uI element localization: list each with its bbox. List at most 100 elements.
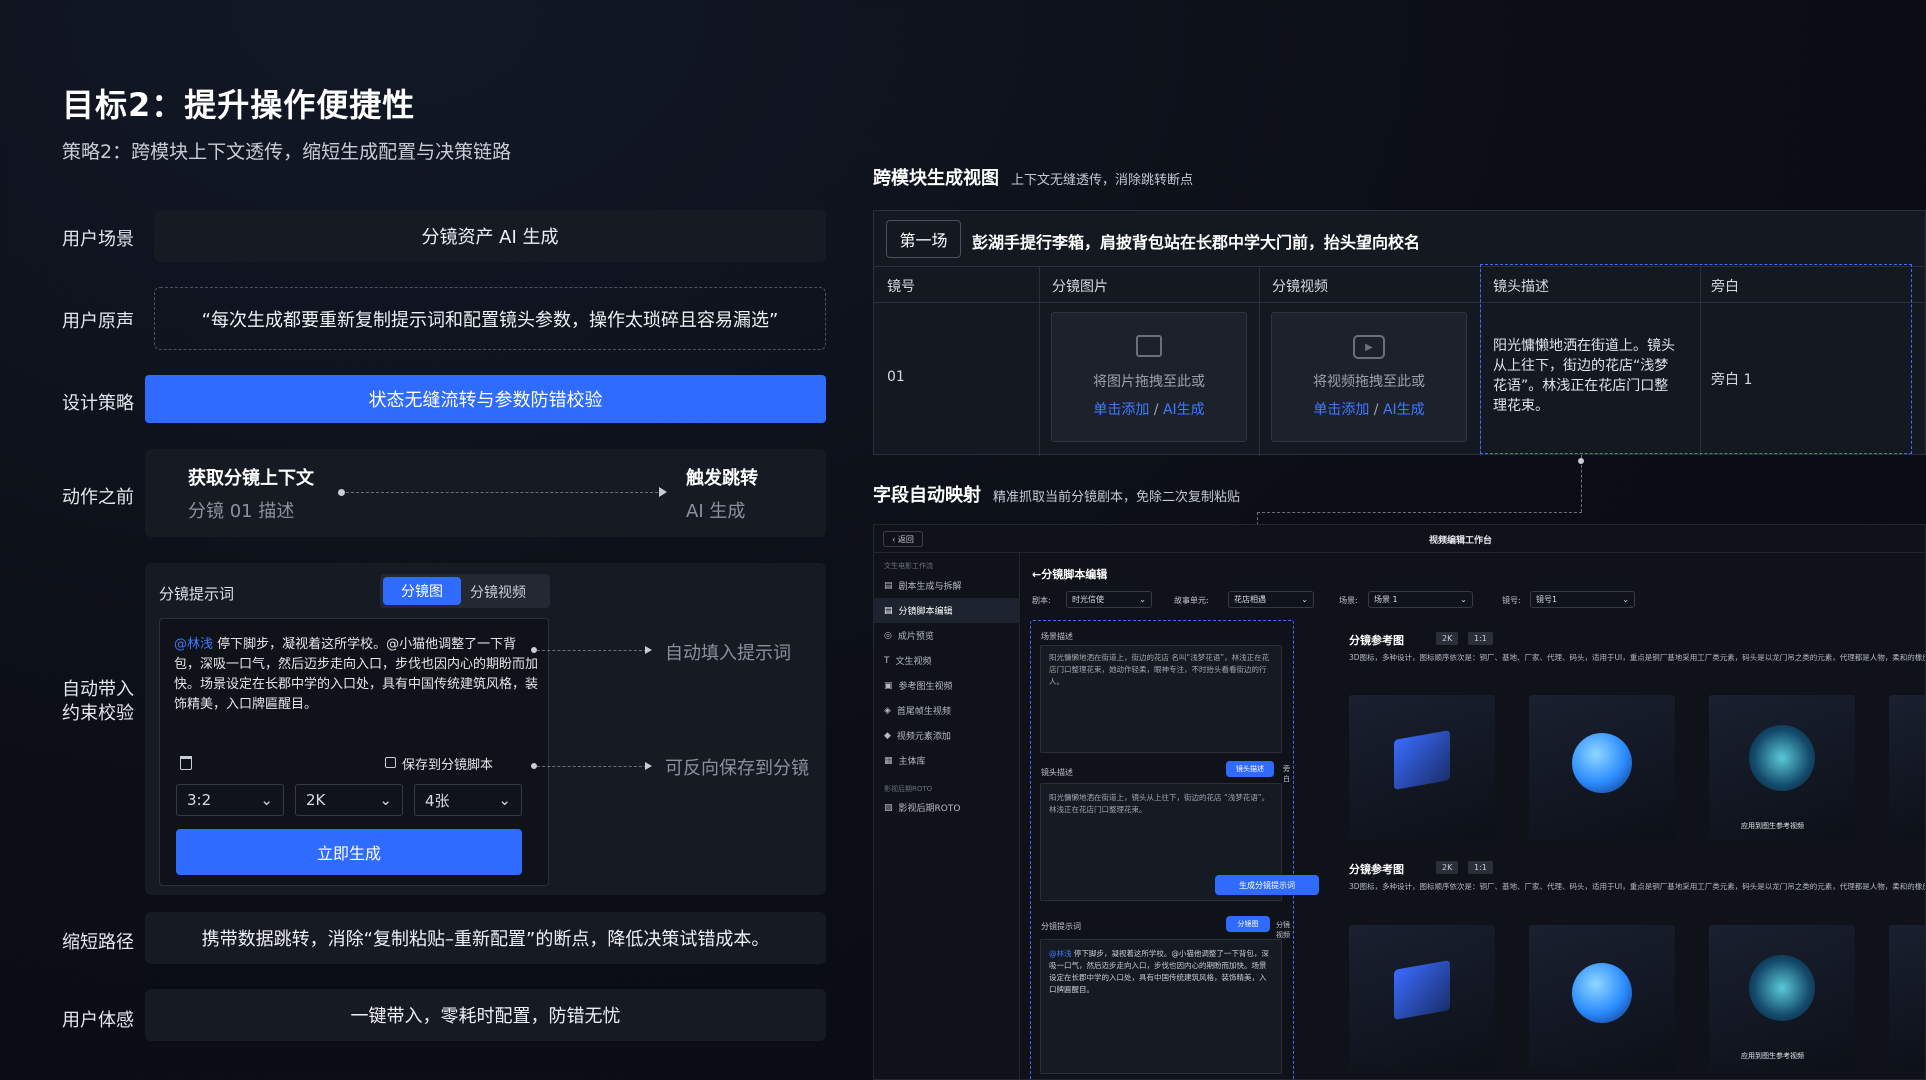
image-ai-gen[interactable]: AI生成 (1163, 402, 1205, 418)
mention-tag[interactable]: @林浅 (1049, 949, 1072, 958)
video-click-add[interactable]: 单击添加 (1313, 402, 1369, 418)
row-label-before: 动作之前 (62, 487, 134, 508)
ref-image-selected[interactable]: 应用到图生参考视频 (1709, 925, 1855, 1071)
ref-image[interactable] (1529, 925, 1675, 1071)
prompt-panel-title: 分镜提示词 (159, 585, 235, 603)
voice-box: “每次生成都要重新复制提示词和配置镜头参数，操作太琐碎且容易漏选” (154, 287, 826, 350)
image-dropzone[interactable]: 将图片拖拽至此或 单击添加 / AI生成 (1051, 312, 1247, 442)
video-ai-gen[interactable]: AI生成 (1383, 402, 1425, 418)
flow-connector (341, 492, 663, 493)
image-click-add[interactable]: 单击添加 (1093, 402, 1149, 418)
sidebar-item-elements[interactable]: ◆ 视频元素添加 (874, 723, 1020, 748)
page-subtitle: 策略2：跨模块上下文透传，缩短生成配置与决策链路 (62, 141, 512, 163)
sidebar-item-frames[interactable]: ◈ 首尾帧生视频 (874, 698, 1020, 723)
quality-value: 2K (306, 791, 326, 809)
mapping-sub: 精准抓取当前分镜剧本，免除二次复制粘贴 (993, 490, 1241, 505)
scene-tag: 第一场 (886, 220, 961, 258)
sidebar-item-storyboard[interactable]: ▤ 分镜脚本编辑 (874, 598, 1020, 623)
sidebar-item-script[interactable]: ▤ 剧本生成与拆解 (874, 573, 1020, 598)
tab-storyboard-image[interactable]: 分镜图 (383, 577, 461, 605)
script-select[interactable]: 时光信使 ⌄ (1066, 591, 1152, 608)
preview-icon: ◎ (884, 630, 892, 641)
mention-tag[interactable]: @林浅 (174, 637, 213, 652)
sidebar-item-roto[interactable]: ▧ 影视后期ROTO (874, 795, 1020, 820)
video-dropzone[interactable]: ▶ 将视频拖拽至此或 单击添加 / AI生成 (1271, 312, 1467, 442)
ref-tag-quality-2: 2K (1436, 861, 1459, 874)
apply-button[interactable]: 应用到图生参考视频 (1741, 821, 1804, 831)
save-icon (385, 757, 396, 768)
scene-box: 分镜资产 AI 生成 (154, 210, 826, 262)
chevron-down-icon: ⌄ (379, 791, 392, 809)
generate-now-button[interactable]: 立即生成 (176, 829, 522, 875)
play-icon: ▶ (1353, 335, 1385, 359)
page-title: 目标2：提升操作便捷性 (62, 86, 416, 124)
annot-line (537, 650, 647, 651)
prompt-body: 停下脚步，凝视着这所学校。@小猫他调整了一下背包，深吸一口气，然后迈步走向入口，… (174, 637, 539, 712)
cross-title-text: 跨模块生成视图 (873, 168, 999, 189)
narration: 旁白 1 (1711, 372, 1753, 388)
sidebar-item-label: 影视后期ROTO (898, 804, 961, 814)
ref-image-selected[interactable]: 应用到图生参考视频 (1709, 695, 1855, 841)
annot-line (537, 766, 647, 767)
scene-desc-field[interactable]: 阳光慵懒地洒在街道上，街边的花店 名叫“浅梦花语”，林浅正在花店门口整理花束，她… (1040, 645, 1282, 753)
back-button[interactable]: ‹ 返回 (883, 531, 923, 547)
ref-image[interactable] (1349, 695, 1495, 841)
tab-video[interactable]: 分镜视频 (1276, 920, 1293, 940)
before-left-title: 获取分镜上下文 (188, 468, 314, 489)
tab-shot-desc[interactable]: 镜头描述 (1226, 761, 1274, 777)
trash-icon[interactable] (180, 756, 192, 770)
row-label-auto-1: 自动带入 (62, 679, 134, 700)
note-reverse-save: 可反向保存到分镜 (665, 758, 809, 779)
chevron-down-icon: ⌄ (1301, 595, 1308, 604)
slash: / (1373, 402, 1379, 418)
row-label-scene: 用户场景 (62, 229, 134, 250)
cross-sub: 上下文无缝透传，消除跳转断点 (1011, 173, 1194, 188)
gen-prompt-button[interactable]: 生成分镜提示词 (1215, 875, 1319, 895)
sidebar-list: ▤ 剧本生成与拆解 ▤ 分镜脚本编辑 ◎ 成片预览 T 文生视频 ▣ 参考图生视频 ◈ 首尾… (874, 573, 1020, 773)
tab-image[interactable]: 分镜图 (1226, 916, 1270, 932)
scene-value: 场景 1 (1374, 595, 1398, 604)
ref-image[interactable] (1889, 925, 1925, 1071)
sidebar-item-label: 首尾帧生视频 (896, 707, 951, 717)
scene-select[interactable]: 场景 1 ⌄ (1368, 591, 1473, 608)
ref-image[interactable] (1349, 925, 1495, 1071)
tab-storyboard-video[interactable]: 分镜视频 (470, 582, 526, 602)
disc-icon (1749, 955, 1815, 1021)
back-label: 返回 (897, 534, 914, 544)
tab-narration[interactable]: 旁白 (1283, 764, 1293, 784)
ref-image[interactable] (1889, 695, 1925, 841)
row-label-auto-2: 约束校验 (62, 703, 134, 724)
chevron-down-icon: ⌄ (1139, 595, 1146, 604)
sidebar-item-i2v[interactable]: ▣ 参考图生视频 (874, 673, 1020, 698)
row-label-strategy: 设计策略 (62, 393, 134, 414)
ref-image[interactable] (1529, 695, 1675, 841)
doc-icon: ▤ (884, 580, 893, 591)
save-to-script-button[interactable]: 保存到分镜脚本 (402, 754, 493, 773)
sidebar-item-t2v[interactable]: T 文生视频 (874, 648, 1020, 673)
field-scene-label: 场景: (1339, 596, 1358, 605)
mapped-fields-highlight: 场景描述 阳光慵懒地洒在街道上，街边的花店 名叫“浅梦花语”，林浅正在花店门口整… (1030, 620, 1319, 1079)
field-shot-label: 镜号: (1502, 596, 1521, 605)
arrow-icon (645, 646, 652, 654)
chevron-down-icon: ⌄ (498, 791, 511, 809)
image-icon: ▣ (884, 680, 893, 691)
count-value: 4张 (425, 791, 450, 810)
shorten-box: 携带数据跳转，消除“复制粘贴–重新配置”的断点，降低决策试错成本。 (145, 912, 826, 964)
quality-select[interactable]: 2K ⌄ (295, 784, 403, 816)
row-label-exp: 用户体感 (62, 1010, 134, 1031)
sidebar-item-label: 分镜脚本编辑 (898, 607, 953, 617)
prompt-editor[interactable]: @林浅 停下脚步，凝视着这所学校。@小猫他调整了一下背包，深吸一口气，然后迈步走… (159, 618, 549, 886)
unit-select[interactable]: 花店相遇 ⌄ (1228, 591, 1314, 608)
element-icon: ◆ (884, 730, 891, 741)
sidebar-item-subjects[interactable]: ▦ 主体库 (874, 748, 1020, 773)
sidebar-item-label: 视频元素添加 (896, 732, 951, 742)
prompt-field[interactable]: @林浅 停下脚步，凝视着这所学校。@小猫他调整了一下背包，深吸一口气，然后迈步走… (1040, 939, 1282, 1074)
shot-select[interactable]: 镜号1 ⌄ (1530, 591, 1635, 608)
ratio-select[interactable]: 3:2 ⌄ (176, 784, 284, 816)
count-select[interactable]: 4张 ⌄ (414, 784, 522, 816)
auto-box: 分镜提示词 分镜图 分镜视频 @林浅 停下脚步，凝视着这所学校。@小猫他调整了一… (145, 563, 826, 895)
workbench-window: ‹ 返回 视频编辑工作台 文生电影工作流 ▤ 剧本生成与拆解 ▤ 分镜脚本编辑 ◎ 成… (873, 524, 1926, 1080)
orb-icon (1572, 733, 1632, 793)
sidebar-item-preview[interactable]: ◎ 成片预览 (874, 623, 1020, 648)
apply-button[interactable]: 应用到图生参考视频 (1741, 1051, 1804, 1061)
